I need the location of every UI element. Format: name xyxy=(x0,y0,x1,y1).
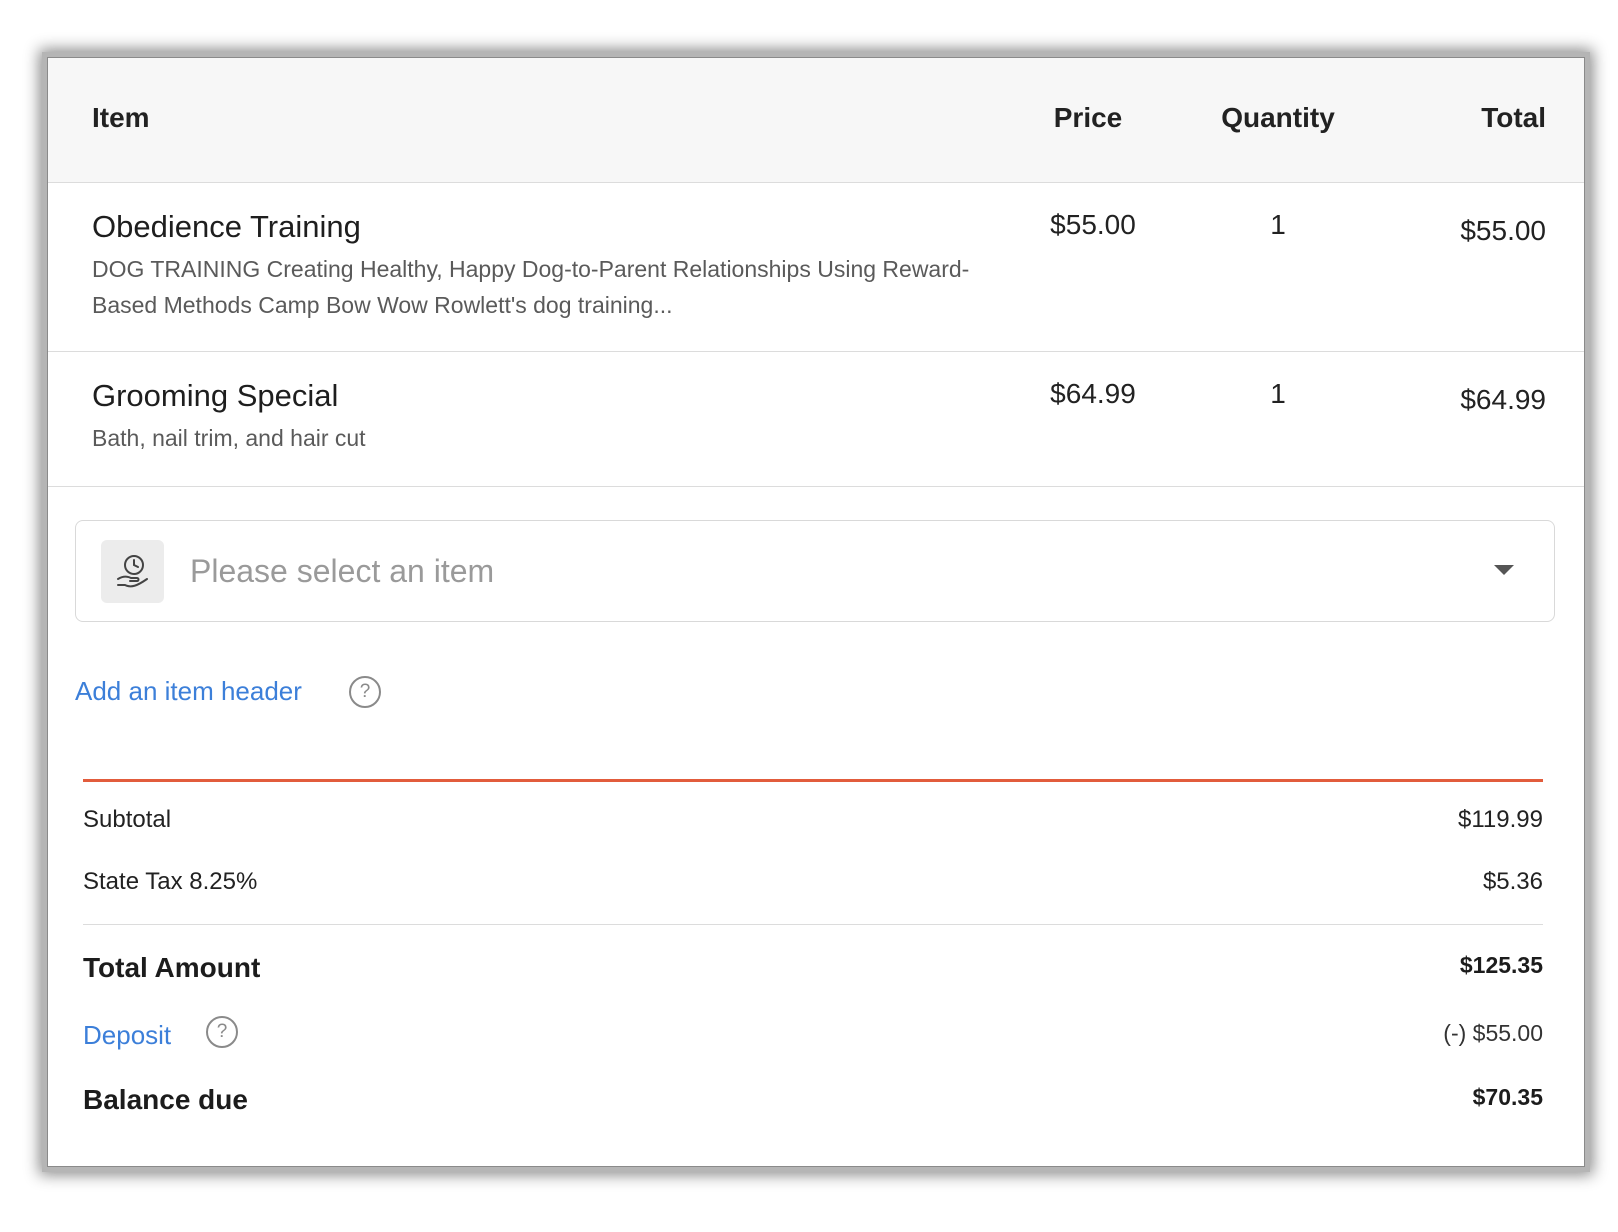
tax-label: State Tax 8.25% xyxy=(83,868,258,895)
total-amount-value: $125.35 xyxy=(1459,952,1543,978)
balance-due-value: $70.35 xyxy=(1472,1084,1543,1110)
item-total: $64.99 xyxy=(1460,384,1546,415)
header-quantity: Quantity xyxy=(1221,102,1335,133)
header-price: Price xyxy=(1053,102,1123,133)
add-item-header-link[interactable]: Add an item header xyxy=(75,676,302,707)
total-amount-label: Total Amount xyxy=(83,952,261,983)
divider xyxy=(83,924,1543,925)
items-table-header: Item Price Quantity Total xyxy=(48,58,1584,183)
deposit-link[interactable]: Deposit xyxy=(83,1020,171,1051)
header-item: Item xyxy=(92,102,150,133)
invoice-items-panel: Item Price Quantity Total Obedience Trai… xyxy=(47,57,1585,1167)
item-description: DOG TRAINING Creating Healthy, Happy Dog… xyxy=(92,256,970,318)
help-icon[interactable]: ? xyxy=(349,676,381,708)
item-select-dropdown[interactable]: Please select an item xyxy=(75,520,1555,622)
item-quantity: 1 xyxy=(1270,378,1286,409)
item-name: Obedience Training xyxy=(92,209,361,244)
header-total: Total xyxy=(1481,102,1546,133)
balance-due-label: Balance due xyxy=(83,1084,248,1115)
tax-value: $5.36 xyxy=(1482,868,1543,895)
item-name: Grooming Special xyxy=(92,378,339,413)
subtotal-label: Subtotal xyxy=(83,806,172,833)
table-row[interactable]: Grooming Special Bath, nail trim, and ha… xyxy=(48,352,1584,487)
item-description: Bath, nail trim, and hair cut xyxy=(92,425,366,451)
hand-holding-clock-icon xyxy=(101,540,164,603)
item-price: $64.99 xyxy=(1050,378,1136,409)
subtotal-value: $119.99 xyxy=(1458,806,1543,833)
item-price: $55.00 xyxy=(1050,209,1136,240)
item-total: $55.00 xyxy=(1460,215,1546,246)
chevron-down-icon[interactable] xyxy=(1494,565,1514,575)
item-select-placeholder: Please select an item xyxy=(190,553,495,589)
summary-divider xyxy=(83,779,1543,782)
help-icon[interactable]: ? xyxy=(206,1016,238,1048)
deposit-value: (-) $55.00 xyxy=(1443,1020,1543,1046)
item-quantity: 1 xyxy=(1270,209,1286,240)
table-row[interactable]: Obedience Training DOG TRAINING Creating… xyxy=(48,183,1584,352)
